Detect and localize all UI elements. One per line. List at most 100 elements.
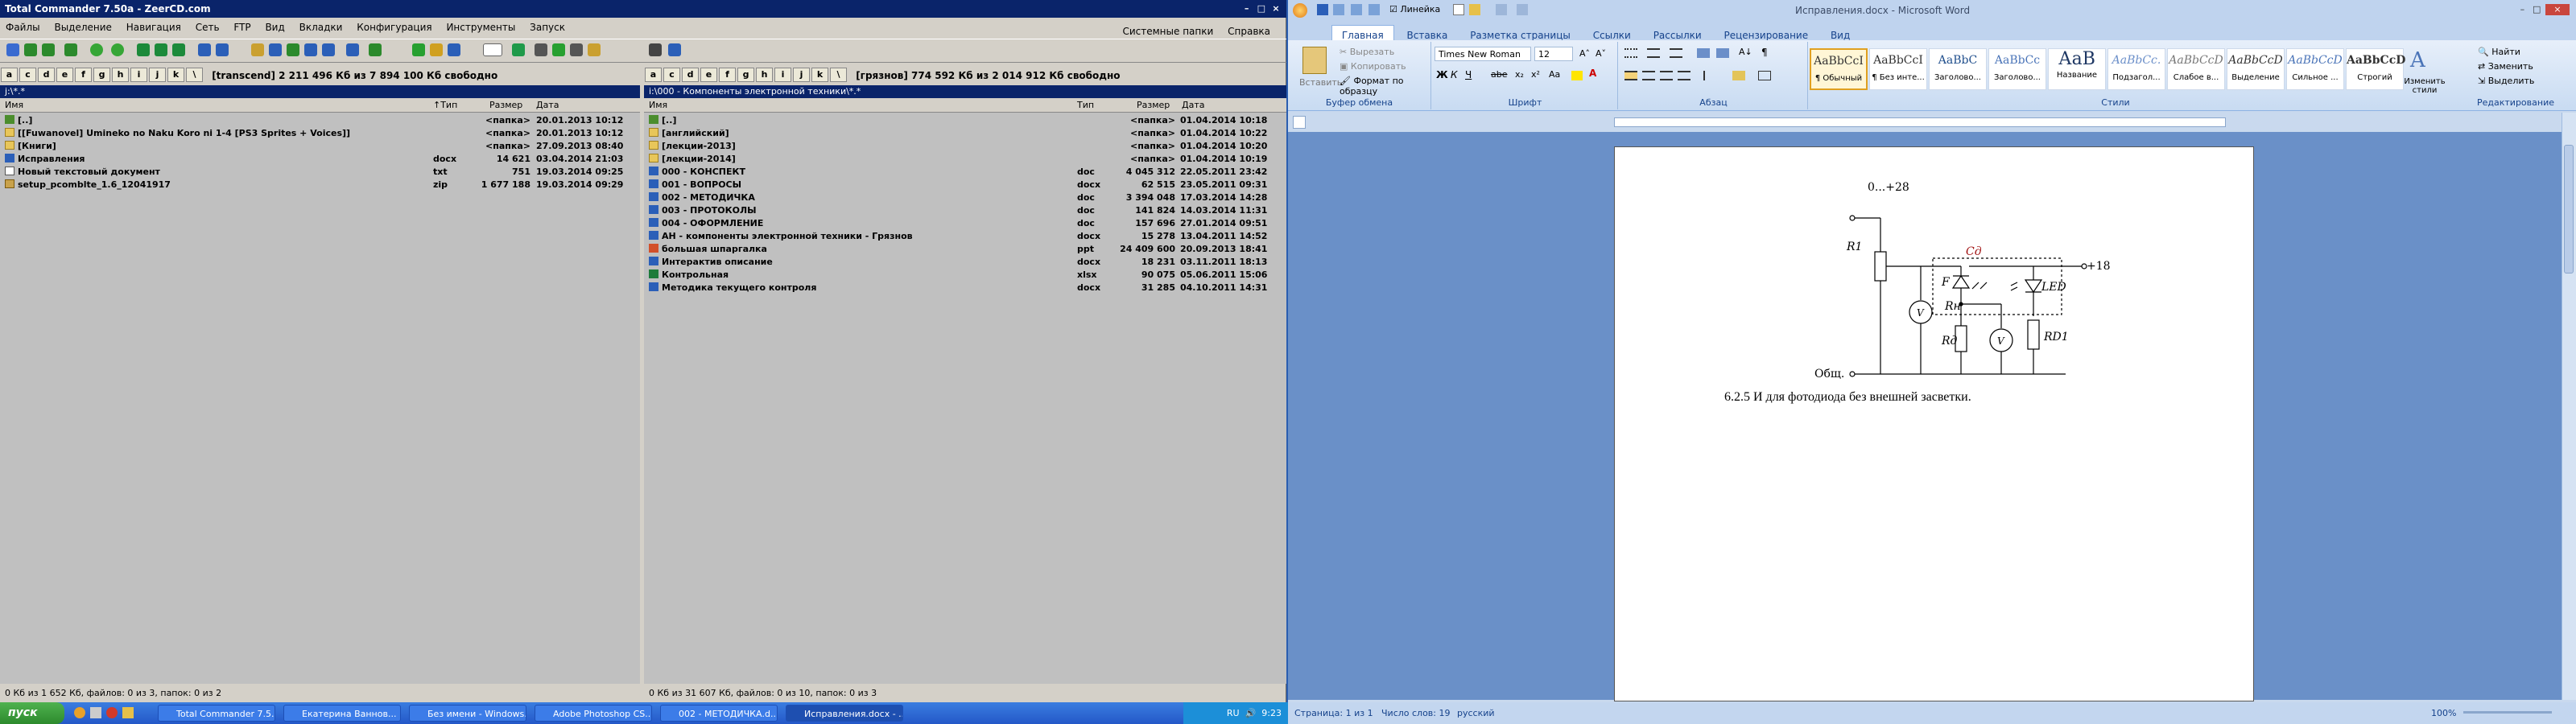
task-paint[interactable]: Без имени - Windows... (409, 705, 526, 722)
file-row[interactable]: [..] <папка> 01.04.2014 10:18 (644, 114, 1286, 127)
language-indicator[interactable]: RU (1227, 708, 1240, 718)
file-row[interactable]: Интерактив описание docx 18 231 03.11.2011 … (644, 256, 1286, 269)
ftp-icon[interactable] (304, 43, 317, 56)
document-area[interactable]: 0...+28 R1 Cд +18 F LED Rн Rд RD1 V V Об… (1288, 132, 2576, 701)
menu-tools[interactable]: Инструменты (440, 18, 521, 33)
dual-panel-icon[interactable] (483, 43, 502, 56)
file-row[interactable]: [Книги] <папка> 27.09.2013 08:40 (0, 140, 640, 153)
style-title[interactable]: АаВ Название (2048, 48, 2106, 90)
file-row[interactable]: 000 - КОНСПЕКТ doc 4 045 312 22.05.2011 23:… (644, 166, 1286, 179)
full-view-icon[interactable] (42, 43, 55, 56)
col-name[interactable]: Имя (5, 100, 23, 110)
underline-button[interactable]: Ч (1465, 69, 1472, 80)
menu-navigation[interactable]: Навигация (121, 18, 187, 33)
shrink-font-icon[interactable]: A˅ (1596, 48, 1606, 59)
style-heading-2[interactable]: AaBbCc Заголово... (1988, 48, 2046, 90)
maximize-icon[interactable]: □ (1256, 3, 1267, 14)
zoom-slider[interactable] (2463, 711, 2552, 714)
strike-button[interactable]: abe (1491, 69, 1508, 80)
image-icon[interactable] (552, 43, 565, 56)
find-files-icon[interactable] (448, 43, 460, 56)
find-button[interactable]: 🔍 Найти (2478, 47, 2520, 57)
unpack-icon[interactable] (155, 43, 167, 56)
status-page[interactable]: Страница: 1 из 1 (1294, 708, 1373, 718)
style-no-spacing[interactable]: AaBbCcI ¶ Без инте... (1869, 48, 1927, 90)
ruler-track[interactable] (1614, 117, 2226, 127)
line-spacing-icon[interactable] (1703, 71, 1716, 80)
file-row[interactable]: Контрольная xlsx 90 075 05.06.2011 15:06 (644, 269, 1286, 282)
ftp-new-icon[interactable] (322, 43, 335, 56)
borders-icon[interactable] (1758, 71, 1771, 80)
menu-ftp[interactable]: FTP (228, 18, 256, 33)
preview-icon[interactable] (1517, 4, 1528, 15)
drive-h-button[interactable]: h (112, 68, 129, 82)
firefox-icon[interactable] (74, 707, 85, 718)
align-right-icon[interactable] (1660, 71, 1673, 80)
redo-icon[interactable] (1368, 4, 1380, 15)
task-photoshop[interactable]: Adobe Photoshop CS... (535, 705, 652, 722)
menu-tabs[interactable]: Вкладки (294, 18, 349, 33)
menu-system-folders[interactable]: Системные папки (1117, 22, 1219, 37)
col-name[interactable]: Имя (649, 100, 667, 110)
tab-mailings[interactable]: Рассылки (1644, 26, 1711, 41)
task-total-commander[interactable]: Total Commander 7.5... (158, 705, 275, 722)
pack-icon[interactable] (137, 43, 150, 56)
minimize-icon[interactable]: – (1241, 3, 1253, 14)
superscript-button[interactable]: x² (1531, 69, 1540, 80)
office-button-icon[interactable] (1293, 3, 1307, 18)
style-normal[interactable]: AaBbCcI ¶ Обычный (1810, 48, 1868, 90)
file-row[interactable]: Исправления docx 14 621 03.04.2014 21:03 (0, 153, 640, 166)
maximize-icon[interactable]: □ (2531, 4, 2542, 15)
format-painter-button[interactable]: 🖌 Формат по образцу (1340, 76, 1430, 97)
paste-button[interactable]: Вставить (1299, 77, 1342, 88)
change-styles-button[interactable]: Изменить стили (2402, 77, 2447, 95)
file-row[interactable]: 001 - ВОПРОСЫ docx 62 515 23.05.2011 09:31 (644, 179, 1286, 191)
style-heading-1[interactable]: AaBbC Заголово... (1929, 48, 1987, 90)
style-subtle-emphasis[interactable]: AaBbCcD Слабое в... (2167, 48, 2225, 90)
drive-a-button[interactable]: a (1, 68, 18, 82)
left-path-bar[interactable]: j:\*.* (0, 85, 640, 98)
paste-icon[interactable] (1302, 47, 1327, 74)
status-zoom[interactable]: 100% (2431, 708, 2456, 718)
change-styles-icon[interactable]: A (2410, 48, 2425, 72)
menu-net[interactable]: Сеть (190, 18, 225, 33)
task-metodichka[interactable]: 002 - МЕТОДИЧКА.d... (660, 705, 778, 722)
film-icon[interactable] (570, 43, 583, 56)
tab-references[interactable]: Ссылки (1583, 26, 1641, 41)
drive-f-button[interactable]: f (75, 68, 92, 82)
bold-button[interactable]: Ж (1436, 69, 1448, 80)
multilevel-icon[interactable] (1670, 48, 1682, 58)
change-case-button[interactable]: Aa (1549, 69, 1560, 80)
terminal-icon[interactable] (668, 43, 681, 56)
highlight-icon[interactable] (1571, 71, 1583, 80)
increase-indent-icon[interactable] (1716, 48, 1729, 58)
star-icon[interactable] (412, 43, 425, 56)
drive-c-button[interactable]: c (19, 68, 36, 82)
subscript-button[interactable]: x₂ (1515, 69, 1524, 80)
calc-icon[interactable] (649, 43, 662, 56)
bullets-icon[interactable] (1624, 48, 1637, 58)
vertical-scrollbar[interactable] (2562, 113, 2576, 700)
sort-icon[interactable]: А↓ (1739, 47, 1752, 57)
menu-view[interactable]: Вид (259, 18, 290, 33)
col-type[interactable]: Тип (1077, 100, 1094, 110)
drive-d-button[interactable]: d (38, 68, 55, 82)
file-row[interactable]: Новый текстовый документ txt 751 19.03.2014… (0, 166, 640, 179)
drive-k-button[interactable]: k (811, 68, 828, 82)
tab-insert[interactable]: Вставка (1397, 26, 1458, 41)
tab-selector-icon[interactable] (1293, 116, 1306, 129)
grow-font-icon[interactable]: A˄ (1579, 48, 1590, 59)
sync-icon[interactable] (172, 43, 185, 56)
menu-help[interactable]: Справка (1222, 22, 1276, 37)
file-row[interactable]: [лекции-2014] <папка> 01.04.2014 10:19 (644, 153, 1286, 166)
save-icon[interactable] (1317, 4, 1328, 15)
file-row[interactable]: АН - компоненты электронной техники - Гр… (644, 230, 1286, 243)
file-row[interactable]: 002 - МЕТОДИЧКА doc 3 394 048 17.03.2014 14… (644, 191, 1286, 204)
minimize-icon[interactable]: – (2516, 4, 2528, 15)
drive-c-button[interactable]: c (663, 68, 680, 82)
redo-icon[interactable] (1351, 4, 1362, 15)
style-emphasis[interactable]: AaBbCcD Выделение (2227, 48, 2285, 90)
replace-button[interactable]: ⇄ Заменить (2478, 61, 2533, 72)
quick-ruler-check[interactable]: ☑ Линейка (1389, 4, 1440, 14)
drive-net-button[interactable]: \ (186, 68, 203, 82)
